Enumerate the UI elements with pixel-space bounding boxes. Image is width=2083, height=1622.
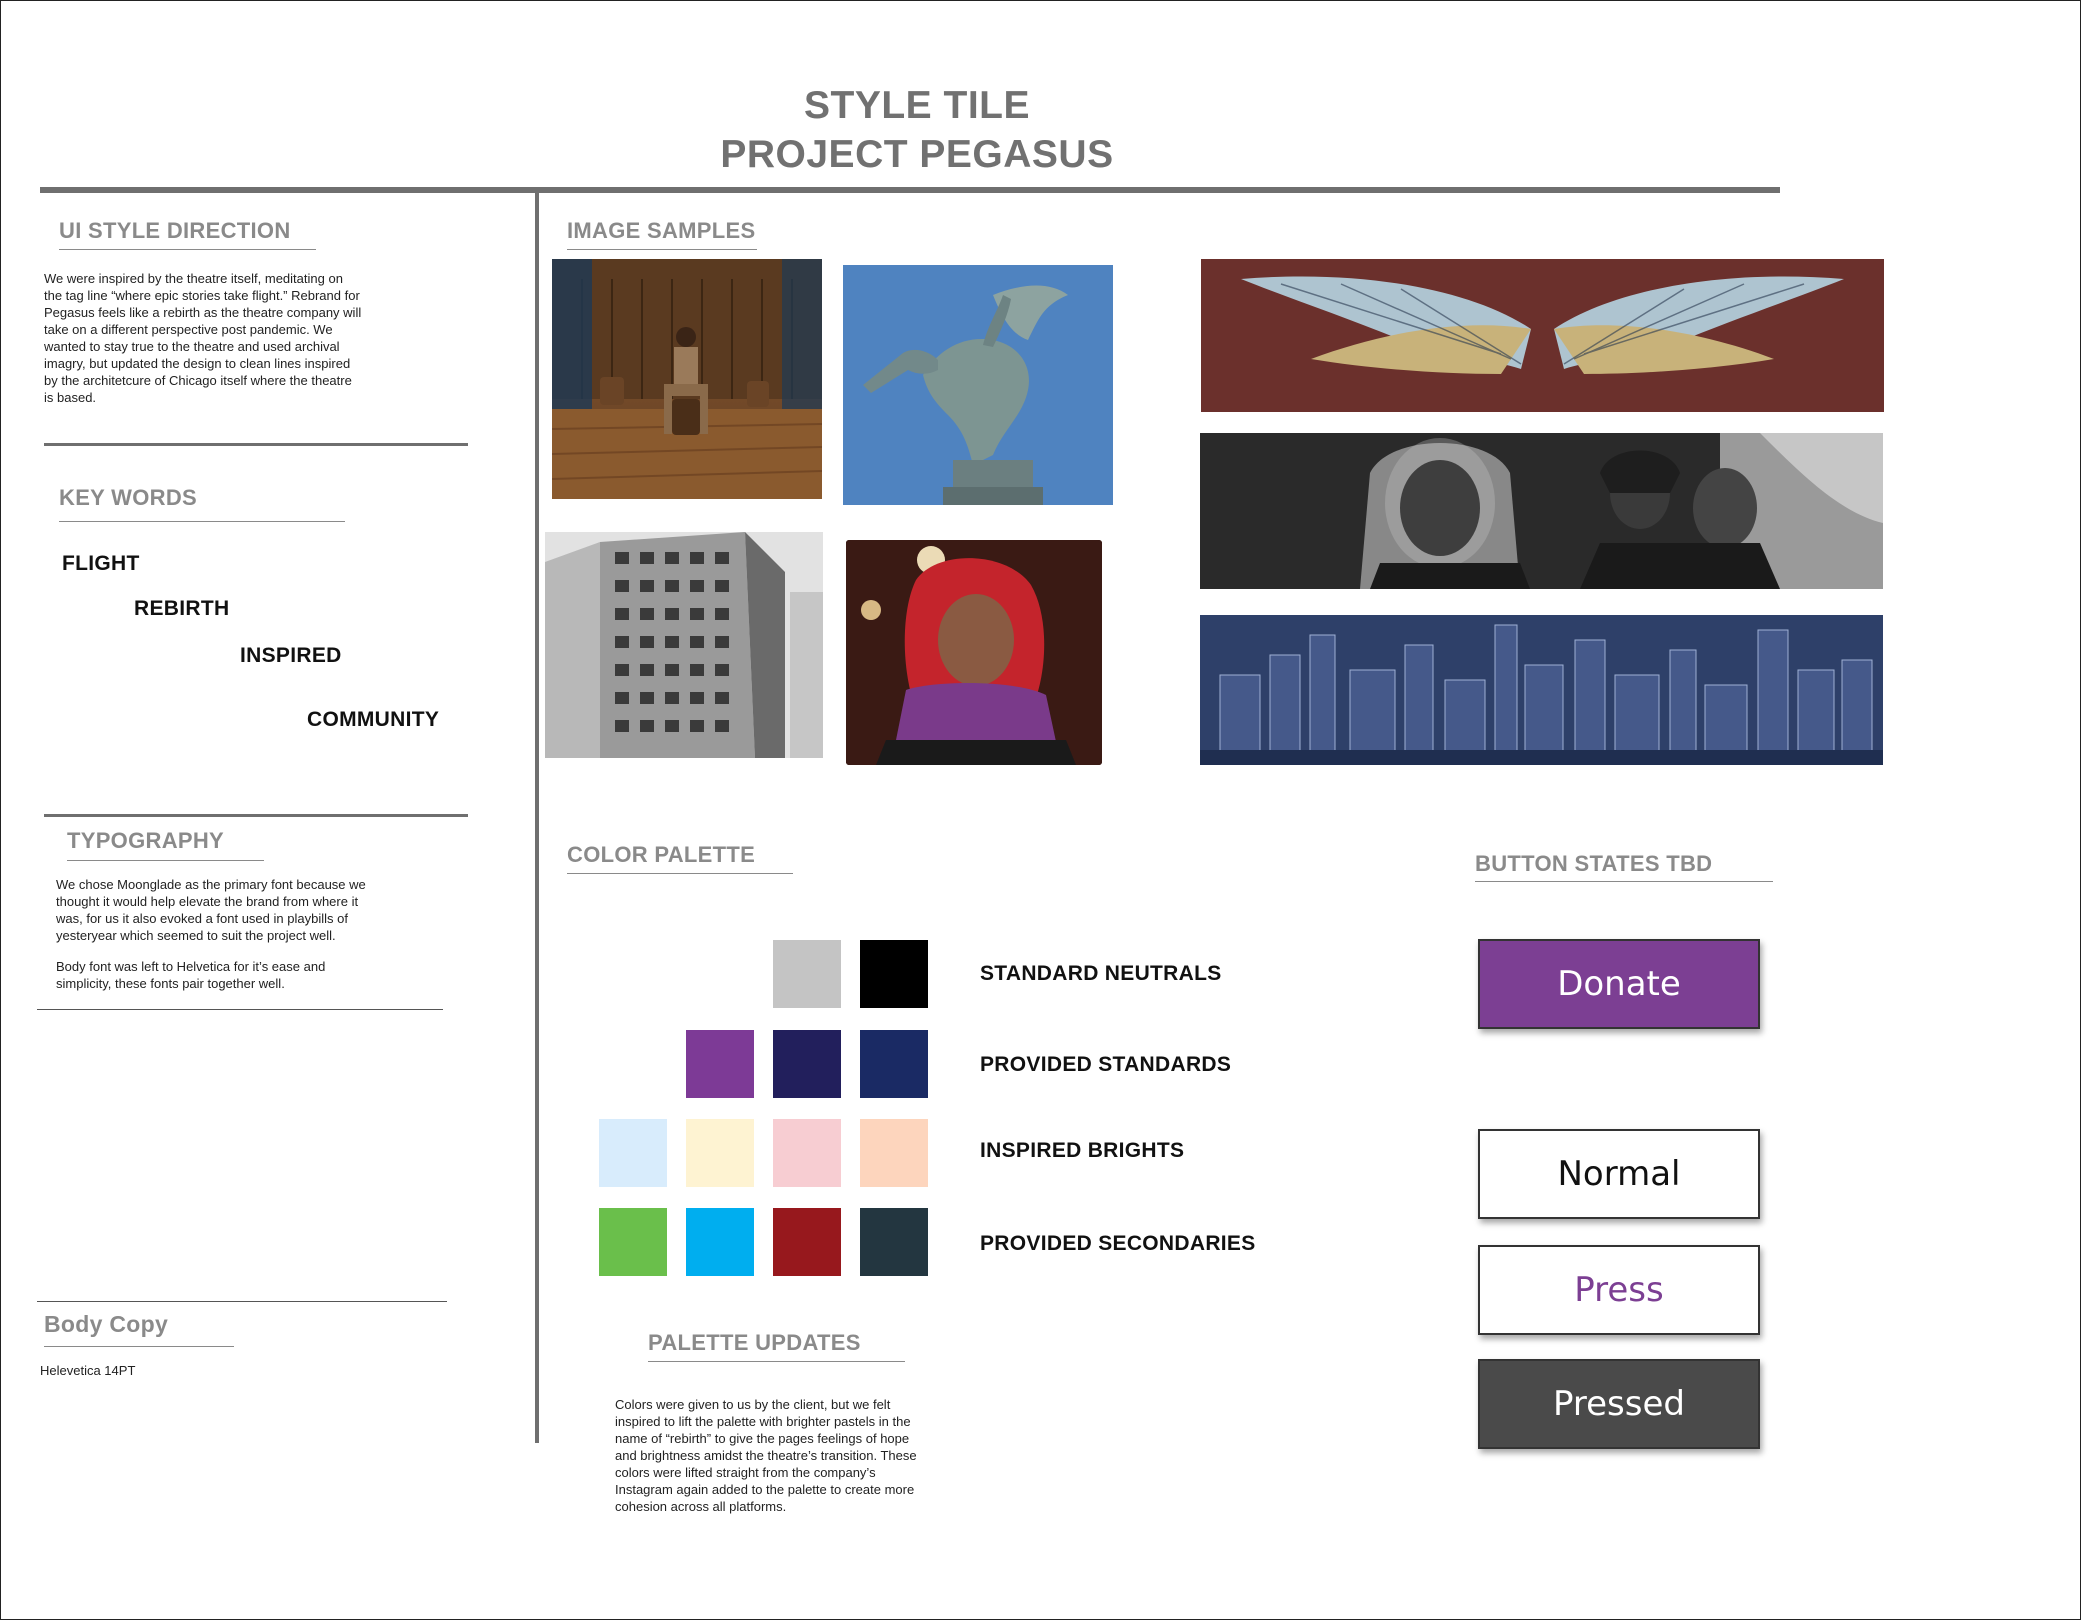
palette-updates-heading: PALETTE UPDATES: [648, 1330, 861, 1355]
ui-style-direction-underline: [59, 249, 316, 250]
section-divider-4: [37, 1301, 447, 1302]
donate-button[interactable]: Donate: [1478, 939, 1760, 1029]
page-frame: [0, 0, 2081, 1620]
color-swatch: [773, 940, 841, 1008]
section-divider-2: [44, 814, 468, 817]
keyword-flight: FLIGHT: [62, 552, 140, 575]
photo-theatre-stage: [552, 259, 822, 499]
key-words-underline: [59, 521, 345, 522]
color-swatch: [860, 940, 928, 1008]
page-title-line2: PROJECT PEGASUS: [720, 133, 1114, 176]
color-swatch: [686, 1208, 754, 1276]
photo-portrait: [846, 540, 1102, 765]
photo-wings-mural: [1201, 259, 1884, 412]
palette-label-inspired-brights: INSPIRED BRIGHTS: [980, 1139, 1185, 1162]
photo-chicago-building: [545, 532, 823, 758]
photo-group-bw: [1200, 433, 1883, 589]
section-divider-1: [44, 443, 468, 446]
image-samples-underline: [567, 249, 757, 250]
palette-updates-text: Colors were given to us by the client, b…: [615, 1397, 917, 1514]
color-swatch: [599, 1119, 667, 1187]
photo-pegasus-statue: [843, 265, 1113, 505]
body-copy-heading: Body Copy: [44, 1311, 169, 1337]
body-copy-sample: Helevetica 14PT: [40, 1363, 136, 1378]
color-swatch: [686, 1119, 754, 1187]
key-words-heading: KEY WORDS: [59, 485, 197, 510]
color-swatch: [773, 1030, 841, 1098]
typography-heading: TYPOGRAPHY: [67, 828, 225, 853]
typography-underline: [67, 860, 264, 861]
press-state-button[interactable]: Press: [1478, 1245, 1760, 1335]
color-swatch: [773, 1119, 841, 1187]
ui-style-direction-heading: UI STYLE DIRECTION: [59, 218, 291, 243]
color-swatch: [686, 1030, 754, 1098]
column-divider: [535, 193, 539, 1443]
keyword-inspired: INSPIRED: [240, 644, 342, 667]
color-swatch: [599, 1208, 667, 1276]
palette-label-provided-standards: PROVIDED STANDARDS: [980, 1053, 1232, 1076]
color-palette-heading: COLOR PALETTE: [567, 842, 756, 867]
ui-style-direction-text: We were inspired by the theatre itself, …: [44, 271, 362, 405]
photo-skyline: [1200, 615, 1883, 765]
keyword-rebirth: REBIRTH: [134, 597, 230, 620]
body-copy-underline: [44, 1346, 234, 1347]
palette-label-provided-secondaries: PROVIDED SECONDARIES: [980, 1232, 1256, 1255]
section-divider-3: [37, 1009, 443, 1010]
image-samples-heading: IMAGE SAMPLES: [567, 218, 756, 243]
color-palette-underline: [567, 873, 793, 874]
pressed-state-button[interactable]: Pressed: [1478, 1359, 1760, 1449]
color-swatch: [860, 1119, 928, 1187]
page-title-line1: STYLE TILE: [803, 84, 1030, 127]
normal-state-button[interactable]: Normal: [1478, 1129, 1760, 1219]
button-states-heading: BUTTON STATES TBD: [1475, 851, 1713, 876]
button-states-underline: [1475, 881, 1773, 882]
keyword-community: COMMUNITY: [307, 708, 440, 731]
title-divider: [40, 187, 1780, 193]
typography-text: We chose Moonglade as the primary font b…: [56, 877, 366, 991]
color-swatch: [860, 1208, 928, 1276]
color-swatch: [773, 1208, 841, 1276]
color-swatch: [860, 1030, 928, 1098]
palette-label-standard-neutrals: STANDARD NEUTRALS: [980, 962, 1222, 985]
palette-updates-underline: [648, 1361, 905, 1362]
